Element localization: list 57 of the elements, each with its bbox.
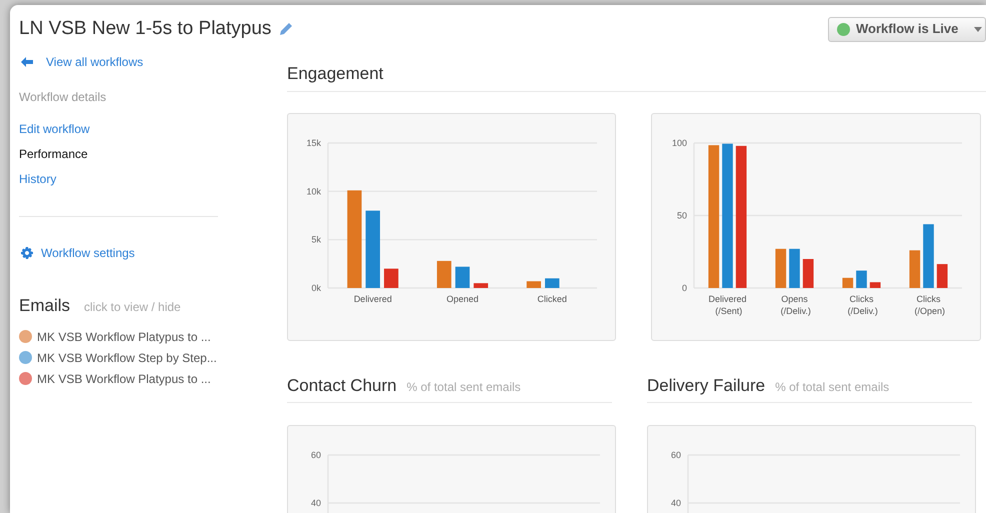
sidebar-item[interactable]: Performance: [19, 146, 218, 163]
category-label: Delivered (/Sent): [708, 294, 747, 316]
bar[interactable]: [474, 282, 488, 288]
axis-tick-label: 60: [670, 450, 681, 460]
bar[interactable]: [842, 277, 854, 288]
category-label: Clicks (/Open): [914, 294, 945, 316]
category-label: Delivered: [354, 294, 392, 304]
sidebar-item[interactable]: History: [19, 171, 218, 188]
section-heading: Contact Churn: [287, 374, 397, 396]
category-label: Clicks (/Deliv.): [848, 294, 878, 316]
bar[interactable]: [736, 145, 747, 288]
bar[interactable]: [526, 280, 541, 288]
workflow-status-dropdown[interactable]: Workflow is Live: [828, 16, 986, 42]
section-label: Workflow details: [19, 89, 108, 106]
bar[interactable]: [870, 282, 881, 288]
axis-tick-label: 100: [672, 138, 687, 148]
category-label: Opened: [446, 294, 479, 304]
section-heading: Engagement: [287, 63, 384, 85]
bar[interactable]: [802, 258, 814, 288]
bar[interactable]: [708, 144, 720, 288]
workflow-title: LN VSB New 1-5s to Platypus: [19, 16, 272, 41]
bar[interactable]: [936, 264, 948, 288]
caret-icon: [974, 26, 982, 32]
axis-tick-label: 15k: [306, 138, 321, 148]
back-arrow-icon[interactable]: [21, 57, 33, 67]
back-link[interactable]: View all workflows: [46, 53, 144, 71]
axis-tick-label: 50: [676, 210, 687, 220]
axis-tick-label: 40: [310, 498, 321, 508]
bar[interactable]: [436, 260, 452, 288]
category-label: Opens (/Deliv.): [780, 294, 811, 316]
axis-tick-label: 5k: [311, 234, 321, 244]
section-heading: Delivery Failure: [647, 374, 766, 396]
axis-tick-label: 0k: [311, 282, 321, 292]
axis-tick-label: 0: [682, 282, 687, 292]
bar[interactable]: [347, 190, 362, 288]
settings-icon[interactable]: [21, 247, 33, 259]
email-item[interactable]: MK VSB Workflow Step by Step...: [37, 348, 217, 366]
email-item[interactable]: MK VSB Workflow Platypus to ...: [37, 328, 211, 346]
hint-text: click to view / hide: [84, 299, 181, 316]
bar[interactable]: [545, 278, 560, 288]
bar[interactable]: [384, 268, 398, 288]
bar[interactable]: [856, 270, 867, 288]
subtitle-text: % of total sent emails: [406, 378, 521, 396]
email-item[interactable]: MK VSB Workflow Platypus to ...: [37, 370, 211, 388]
section-heading: Emails: [19, 295, 70, 317]
subtitle-text: % of total sent emails: [775, 378, 890, 396]
bar[interactable]: [455, 266, 470, 288]
bar[interactable]: [775, 248, 786, 288]
axis-tick-label: 10k: [306, 186, 321, 196]
bar[interactable]: [909, 250, 920, 288]
pencil-icon[interactable]: [278, 22, 294, 36]
axis-tick-label: 60: [310, 450, 321, 460]
axis-tick-label: 40: [670, 498, 681, 508]
settings-link[interactable]: Workflow settings: [41, 244, 135, 262]
bar[interactable]: [789, 248, 800, 288]
sidebar-item[interactable]: Edit workflow: [19, 121, 218, 138]
category-label: Clicked: [537, 294, 567, 304]
